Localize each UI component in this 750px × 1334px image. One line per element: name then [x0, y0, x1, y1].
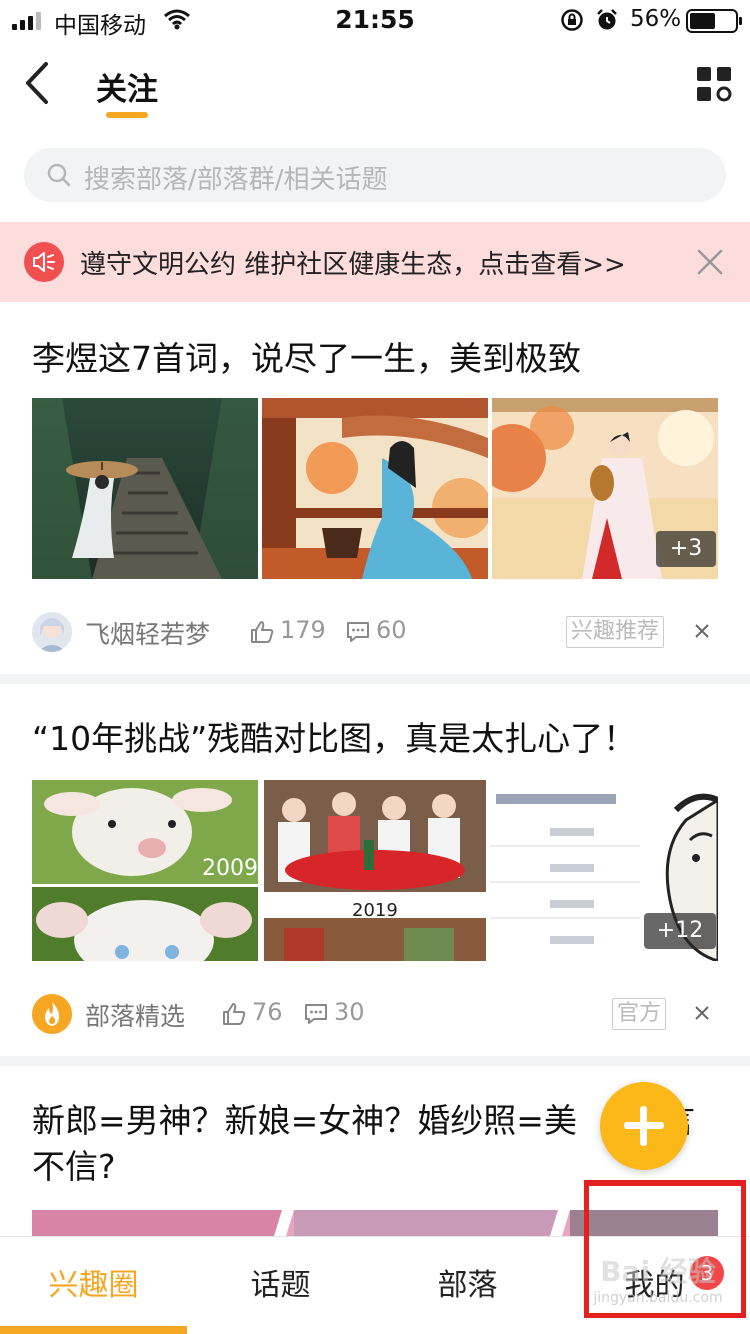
page-title[interactable]: 关注	[96, 64, 158, 109]
post-image[interactable]: 2009	[32, 780, 258, 961]
post-title[interactable]: 李煜这7首词，说尽了一生，美到极致	[32, 336, 581, 382]
post-meta: 飞烟轻若梦 179 60 兴趣推荐	[32, 612, 718, 652]
notice-text[interactable]: 遵守文明公约 维护社区健康生态，点击查看>>	[80, 244, 626, 281]
rotation-lock-icon	[561, 9, 583, 31]
image-caption: 2009	[202, 856, 258, 881]
divider	[0, 674, 750, 684]
status-bar: 中国移动 21:55 56%	[0, 0, 750, 40]
thumbs-up-icon[interactable]	[250, 620, 274, 644]
post-tag: 官方	[612, 998, 667, 1030]
alarm-icon	[597, 9, 617, 30]
nav-bar: 关注	[0, 40, 750, 130]
search-placeholder: 搜索部落/部落群/相关话题	[84, 165, 388, 195]
post-title[interactable]: “10年挑战”残酷对比图，真是太扎心了！	[32, 716, 636, 762]
comment-count: 60	[376, 616, 407, 644]
divider	[0, 1056, 750, 1066]
battery-percent: 56%	[630, 6, 682, 32]
more-images-badge[interactable]: +12	[644, 913, 716, 949]
post-card[interactable]: 李煜这7首词，说尽了一生，美到极致 +3 飞烟轻若梦 179 60 兴趣推荐	[0, 302, 750, 674]
comment-icon[interactable]	[304, 1002, 328, 1026]
tab-interest-circle[interactable]: 兴趣圈	[0, 1237, 187, 1334]
search-icon	[47, 163, 71, 187]
like-count: 179	[280, 616, 326, 644]
post-image[interactable]	[32, 398, 258, 579]
chevron-left-icon[interactable]	[20, 58, 60, 108]
tab-tribes[interactable]: 部落	[374, 1237, 561, 1334]
comment-count: 30	[334, 998, 365, 1026]
post-tag: 兴趣推荐	[566, 616, 665, 648]
watermark-sub: jingyan.baidu.com	[593, 1290, 723, 1306]
author-name[interactable]: 部落精选	[85, 997, 185, 1033]
post-images[interactable]: +3	[32, 398, 718, 579]
image-caption: 2019	[352, 900, 398, 921]
author-name[interactable]: 飞烟轻若梦	[85, 615, 210, 651]
post-title-line: 不信?	[32, 1147, 116, 1186]
post-meta: 部落精选 76 30 官方	[32, 994, 718, 1034]
title-underline	[106, 112, 148, 118]
search-input[interactable]: 搜索部落/部落群/相关话题	[24, 148, 726, 202]
avatar[interactable]	[32, 994, 72, 1034]
post-image[interactable]	[262, 398, 488, 579]
post-card[interactable]: “10年挑战”残酷对比图，真是太扎心了！ 2009 2019 +12 部落精选 …	[0, 684, 750, 1056]
tab-topics[interactable]: 话题	[187, 1237, 374, 1334]
post-title[interactable]: 新郎=男神？新娘=女神？婚纱照=美言 不信?	[32, 1098, 695, 1190]
grid-menu-icon[interactable]	[696, 66, 732, 102]
watermark: Bai 经验 jingyan.baidu.com	[578, 1250, 738, 1306]
watermark-main: Bai 经验	[600, 1255, 716, 1288]
close-icon[interactable]	[694, 623, 710, 639]
active-tab-indicator	[0, 1326, 187, 1334]
close-icon[interactable]	[694, 1005, 710, 1021]
avatar[interactable]	[32, 612, 72, 652]
notice-banner[interactable]: 遵守文明公约 维护社区健康生态，点击查看>>	[0, 222, 750, 302]
post-images[interactable]: 2009 2019 +12	[32, 780, 718, 961]
more-images-badge[interactable]: +3	[656, 531, 716, 567]
post-title-line: 新郎=男神？新娘=女神？婚纱照=美	[32, 1101, 577, 1140]
post-image[interactable]: 2019	[264, 780, 486, 961]
add-post-button[interactable]	[600, 1082, 688, 1170]
comment-icon[interactable]	[346, 620, 370, 644]
thumbs-up-icon[interactable]	[222, 1002, 246, 1026]
speaker-icon	[24, 242, 64, 282]
battery-icon	[686, 9, 742, 33]
close-icon[interactable]	[696, 248, 724, 276]
like-count: 76	[252, 998, 283, 1026]
